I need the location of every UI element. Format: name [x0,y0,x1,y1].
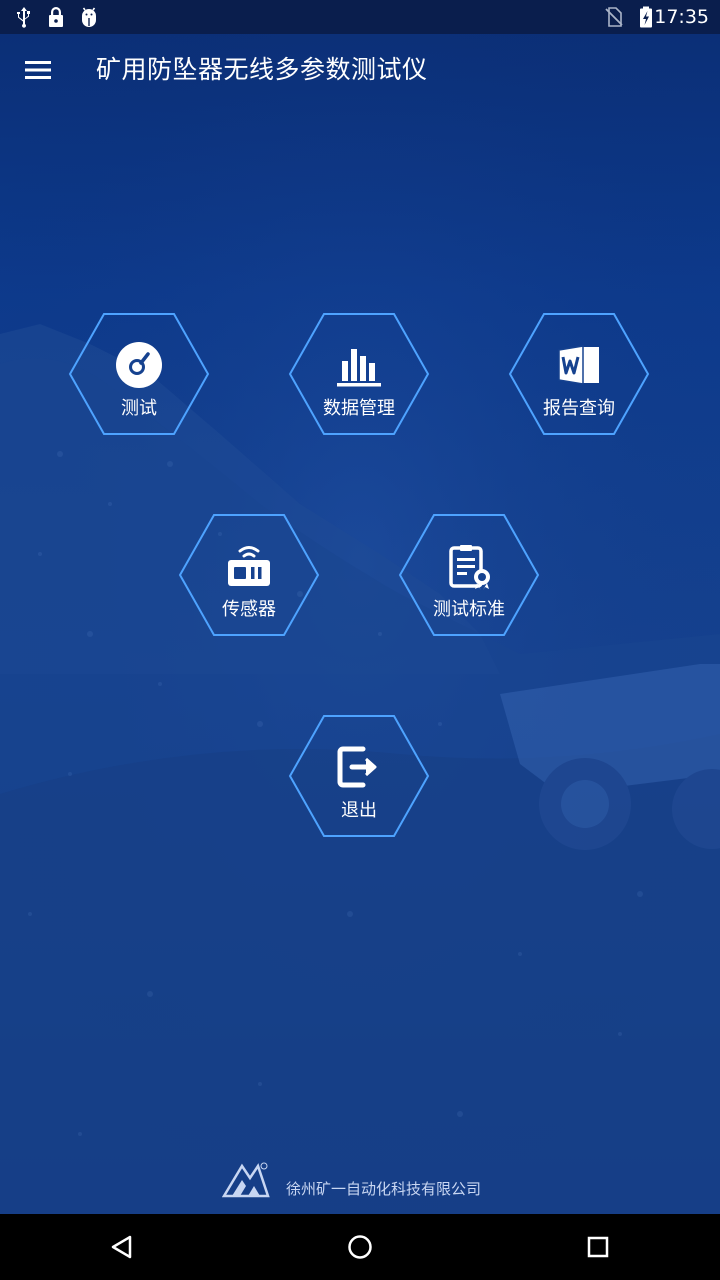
report-query-label: 报告查询 [543,398,615,419]
android-debug-icon [77,5,101,29]
usb-icon [12,5,36,29]
recents-button[interactable] [574,1223,622,1271]
test-label: 测试 [121,398,157,419]
sensor-radio-icon [224,541,274,591]
app-title: 矿用防坠器无线多参数测试仪 [96,55,428,84]
company-brand: 徐州矿一自动化科技有限公司 [222,1160,522,1200]
status-bar: 17:35 [0,0,720,34]
background-mining-scene [0,34,720,1214]
company-name: 徐州矿一自动化科技有限公司 [286,1180,482,1198]
data-management-button[interactable]: 数据管理 [288,312,430,436]
test-standard-label: 测试标准 [433,599,505,620]
app-bar: 矿用防坠器无线多参数测试仪 [0,34,720,106]
sensor-button[interactable]: 传感器 [178,513,320,637]
exit-button[interactable]: 退出 [288,714,430,838]
status-clock: 17:35 [654,6,709,28]
exit-label: 退出 [341,800,377,821]
recents-icon [587,1236,609,1258]
test-standard-button[interactable]: 测试标准 [398,513,540,637]
word-document-icon [554,340,604,390]
exit-icon [334,742,384,792]
data-management-label: 数据管理 [323,398,395,419]
home-button[interactable] [336,1223,384,1271]
back-button[interactable] [98,1223,146,1271]
hamburger-menu-icon [25,61,51,79]
company-logo-icon [222,1162,270,1198]
certificate-document-icon [444,541,494,591]
test-button[interactable]: 测试 [68,312,210,436]
gauge-icon [114,340,164,390]
lock-icon [44,5,68,29]
report-query-button[interactable]: 报告查询 [508,312,650,436]
no-sim-icon [602,5,626,29]
back-icon [111,1235,132,1259]
navigation-bar [0,1214,720,1280]
screen: 17:35 矿用防坠器无线多参数测试仪 测试 数据管理 报告查询 传感器 测试标… [0,0,720,1280]
menu-button[interactable] [14,46,62,94]
home-icon [348,1235,372,1259]
sensor-label: 传感器 [222,599,276,620]
bar-chart-icon [334,340,384,390]
